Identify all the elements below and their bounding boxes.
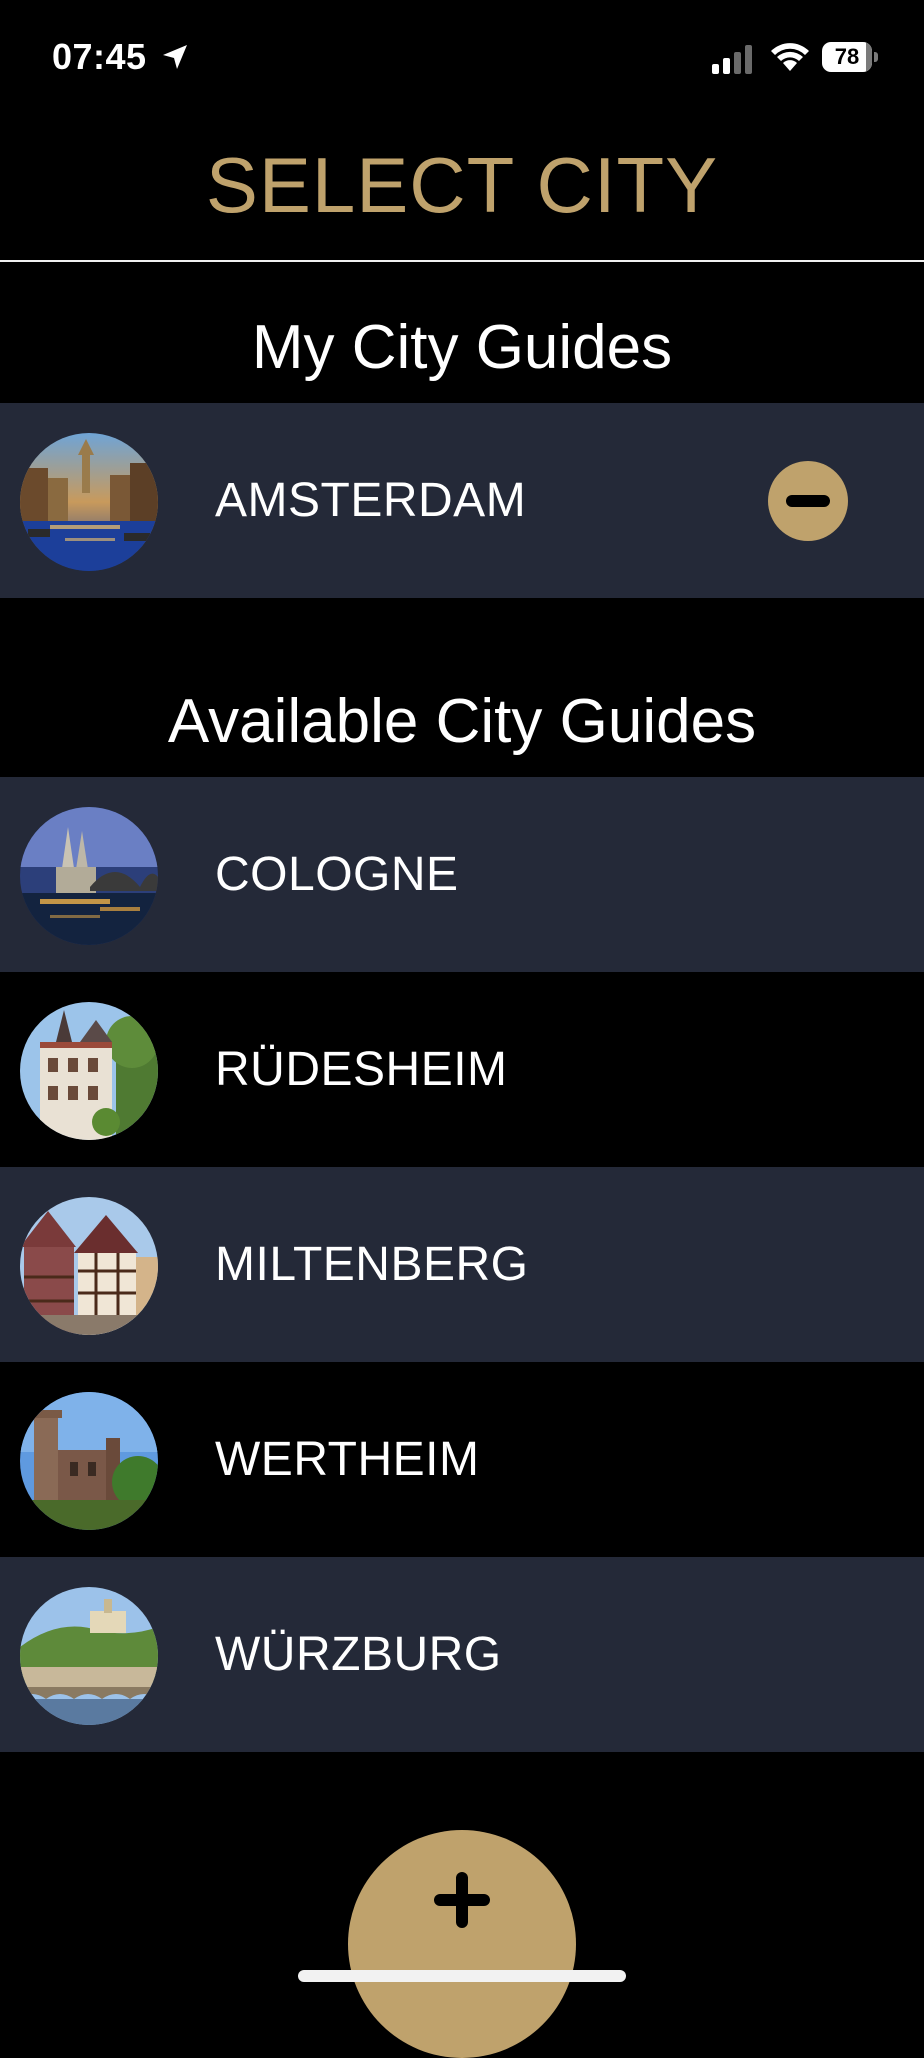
city-row-amsterdam[interactable]: AMSTERDAM [0, 403, 924, 598]
add-city-button[interactable] [348, 1830, 576, 2058]
status-bar: 07:45 78 [0, 0, 924, 120]
minus-circle-icon [786, 495, 830, 507]
city-name: WERTHEIM [215, 1433, 480, 1486]
city-row-wertheim[interactable]: WERTHEIM [0, 1362, 924, 1557]
location-arrow-icon [163, 45, 187, 69]
cellular-signal-icon [712, 45, 752, 74]
city-name: COLOGNE [215, 848, 459, 901]
status-time: 07:45 [52, 36, 147, 77]
page-title: SELECT CITY [205, 141, 719, 229]
home-indicator[interactable] [298, 1970, 626, 1982]
city-thumbnail [20, 433, 158, 571]
city-name: MILTENBERG [215, 1238, 529, 1291]
city-row-miltenberg[interactable]: MILTENBERG [0, 1167, 924, 1362]
city-row-cologne[interactable]: COLOGNE [0, 777, 924, 972]
city-thumbnail [20, 807, 158, 945]
city-thumbnail [20, 1392, 158, 1530]
city-name: WÜRZBURG [215, 1628, 502, 1681]
remove-city-button[interactable] [768, 461, 848, 541]
city-row-wurzburg[interactable]: WÜRZBURG [0, 1557, 924, 1752]
battery-level: 78 [834, 44, 860, 69]
city-name: RÜDESHEIM [215, 1043, 508, 1096]
city-name: AMSTERDAM [215, 474, 527, 527]
my-city-guides-heading: My City Guides [251, 313, 673, 382]
city-thumbnail [20, 1587, 158, 1725]
city-thumbnail [20, 1197, 158, 1335]
available-city-guides-heading: Available City Guides [167, 687, 757, 756]
city-row-rudesheim[interactable]: RÜDESHEIM [0, 972, 924, 1167]
city-thumbnail [20, 1002, 158, 1140]
header-divider [0, 260, 924, 262]
battery-icon: 78 [822, 42, 878, 72]
wifi-icon [771, 43, 809, 71]
